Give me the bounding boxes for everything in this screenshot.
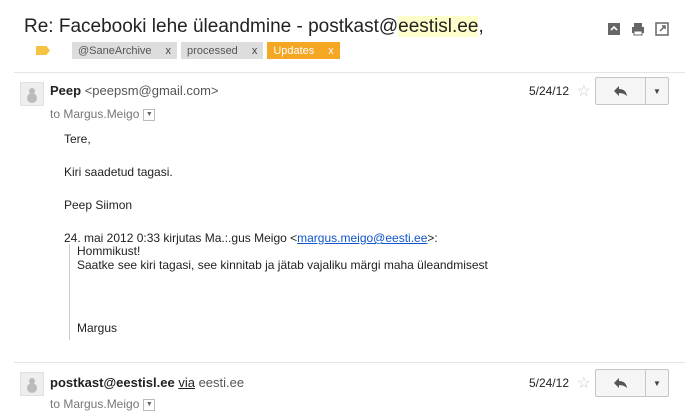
star-icon[interactable]: ☆ <box>577 81 591 101</box>
reply-button[interactable] <box>596 78 646 104</box>
recipient-line: to Margus.Meigo ▼ <box>50 107 156 121</box>
more-options-button[interactable]: ▼ <box>646 78 668 104</box>
remove-label-icon[interactable]: x <box>252 45 258 57</box>
thread-actions <box>607 22 669 36</box>
new-window-icon[interactable] <box>655 22 669 36</box>
archive-icon[interactable] <box>607 22 621 36</box>
reply-button-group: ▼ <box>595 77 669 105</box>
details-dropdown-icon[interactable]: ▼ <box>143 108 156 121</box>
body-line: Peep Siimon <box>64 198 133 212</box>
sender-line: postkast@eestisl.ee via eesti.ee <box>50 375 244 390</box>
details-dropdown-icon[interactable]: ▼ <box>143 398 156 411</box>
sender-name[interactable]: Peep <box>50 83 81 98</box>
quote-line: Hommikust! <box>77 244 141 258</box>
via-domain: eesti.ee <box>198 375 245 390</box>
quote-header: 24. mai 2012 0:33 kirjutas Ma.:.gus Meig… <box>64 231 438 245</box>
star-icon[interactable]: ☆ <box>577 373 591 393</box>
subject-prefix: Re: Facebooki lehe üleandmine - postkast… <box>24 16 399 37</box>
remove-label-icon[interactable]: x <box>328 45 334 57</box>
more-options-button[interactable]: ▼ <box>646 370 668 396</box>
body-line: Kiri saadetud tagasi. <box>64 165 173 179</box>
quote-header-prefix: 24. mai 2012 0:33 kirjutas Ma.:.gus Meig… <box>64 231 298 245</box>
quote-line: Margus <box>77 321 118 335</box>
message-date[interactable]: 5/24/12 <box>529 376 569 390</box>
subject-highlight: eestisl.ee <box>398 16 479 37</box>
message-expanded: postkast@eestisl.ee via eesti.ee to Marg… <box>14 362 685 415</box>
label-row: @SaneArchive x processed x Updates x <box>24 42 344 59</box>
avatar <box>20 82 44 106</box>
quoted-email-link[interactable]: margus.meigo@eesti.ee <box>297 231 427 245</box>
quote-line: Saatke see kiri tagasi, see kinnitab ja … <box>77 258 488 272</box>
reply-button[interactable] <box>596 370 646 396</box>
body-line: Tere, <box>64 132 91 146</box>
reply-icon <box>613 378 627 388</box>
quote-header-suffix: >: <box>427 231 438 245</box>
reply-button-group: ▼ <box>595 369 669 397</box>
label-name: Updates <box>273 44 315 57</box>
subject-suffix: , <box>478 16 484 37</box>
reply-icon <box>613 86 627 96</box>
sender-line: Peep <peepsm@gmail.com> <box>50 83 219 98</box>
remove-label-icon[interactable]: x <box>166 45 172 57</box>
label-name: processed <box>187 44 238 57</box>
recipient-line: to Margus.Meigo ▼ <box>50 397 156 411</box>
label-tag-icon[interactable] <box>36 46 50 55</box>
sender-email: <peepsm@gmail.com> <box>84 83 219 98</box>
label-chip[interactable]: Updates x <box>267 42 340 59</box>
label-name: @SaneArchive <box>78 44 152 57</box>
avatar <box>20 372 44 396</box>
sender-name[interactable]: postkast@eestisl.ee <box>50 375 175 390</box>
message-body: Tere, Kiri saadetud tagasi. Peep Siimon … <box>64 132 438 245</box>
print-icon[interactable] <box>631 22 645 36</box>
thread-subject: Re: Facebooki lehe üleandmine - postkast… <box>24 16 484 38</box>
recipient-text: to Margus.Meigo <box>50 397 140 411</box>
quoted-text: Hommikust! Saatke see kiri tagasi, see k… <box>69 244 488 340</box>
message-date[interactable]: 5/24/12 <box>529 84 569 98</box>
via-link[interactable]: via <box>178 375 195 390</box>
label-chip[interactable]: @SaneArchive x <box>72 42 178 59</box>
recipient-text: to Margus.Meigo <box>50 107 140 121</box>
label-chip[interactable]: processed x <box>181 42 264 59</box>
message-expanded: Peep <peepsm@gmail.com> to Margus.Meigo ▼… <box>14 72 685 362</box>
